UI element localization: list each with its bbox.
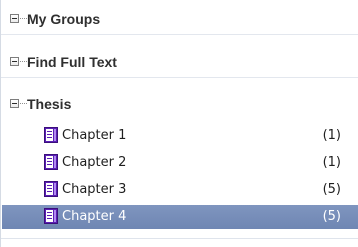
item-label: Chapter 4 [62, 209, 127, 224]
separator [1, 238, 358, 239]
group-find-full-text[interactable]: Find Full Text [1, 43, 358, 77]
document-icon [44, 208, 58, 224]
item-label: Chapter 3 [62, 182, 127, 197]
group-label: My Groups [27, 11, 101, 27]
list-item-chapter-3[interactable]: Chapter 3 (5) [2, 178, 358, 202]
item-label: Chapter 2 [62, 155, 127, 170]
group-my-groups[interactable]: My Groups [1, 0, 358, 34]
item-count: (1) [322, 155, 341, 170]
group-header[interactable]: Thesis [1, 85, 358, 119]
separator [1, 77, 358, 78]
list-item-chapter-1[interactable]: Chapter 1 (1) [2, 124, 358, 148]
item-label: Chapter 1 [62, 128, 127, 143]
collapse-icon[interactable] [10, 99, 19, 108]
collapse-icon[interactable] [10, 57, 19, 66]
group-label: Thesis [27, 96, 72, 112]
collapse-icon[interactable] [10, 14, 19, 23]
document-icon [44, 154, 58, 170]
item-count: (1) [322, 128, 341, 143]
group-header[interactable]: Find Full Text [1, 43, 358, 77]
group-thesis[interactable]: Thesis [1, 85, 358, 119]
list-item-chapter-4[interactable]: Chapter 4 (5) [2, 205, 358, 229]
document-icon [44, 127, 58, 143]
item-count: (5) [322, 182, 341, 197]
item-count: (5) [322, 209, 341, 224]
group-header[interactable]: My Groups [1, 0, 358, 34]
group-label: Find Full Text [27, 54, 117, 70]
document-icon [44, 181, 58, 197]
list-item-chapter-2[interactable]: Chapter 2 (1) [2, 151, 358, 175]
separator [1, 34, 358, 35]
groups-tree-panel: My Groups Find Full Text Thesis Chapter … [0, 0, 358, 247]
